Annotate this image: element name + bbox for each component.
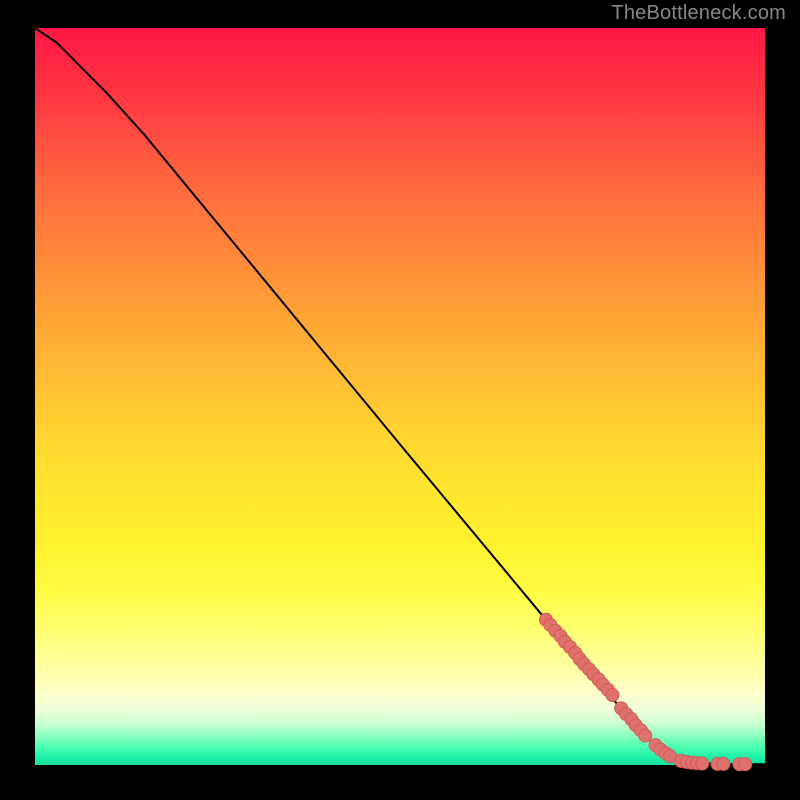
chart-svg [35,28,765,765]
watermark-text: TheBottleneck.com [611,2,786,25]
data-point [739,758,752,771]
data-point [717,757,730,770]
chart-frame: TheBottleneck.com [0,0,800,800]
data-point [639,729,652,742]
plot-area [35,28,765,765]
data-points-group [540,613,752,770]
data-point [696,757,709,770]
data-point [606,688,619,701]
bottleneck-curve [35,28,765,764]
